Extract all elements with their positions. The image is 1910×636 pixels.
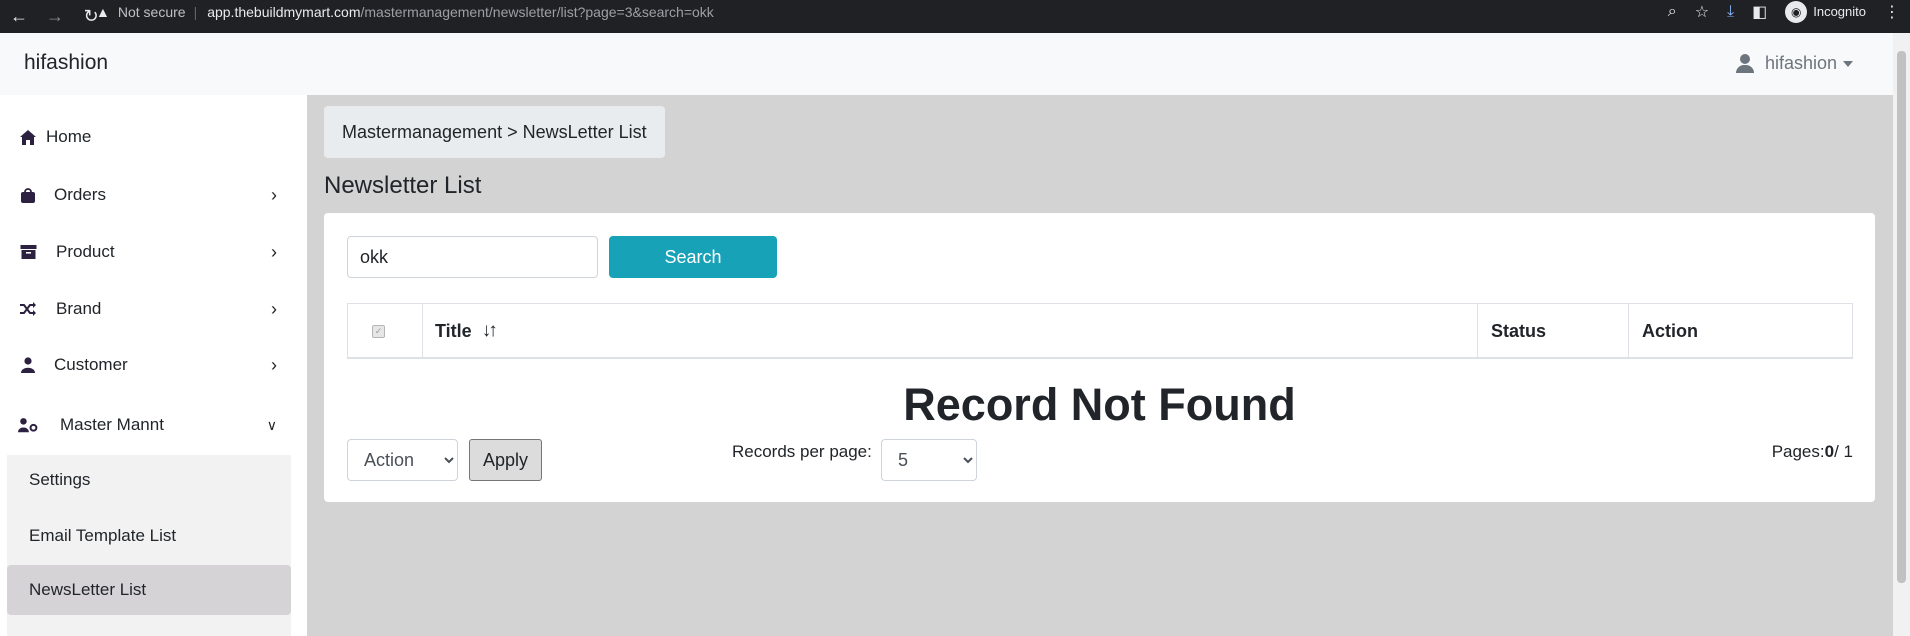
- records-per-page-label: Records per page:: [732, 442, 872, 461]
- browser-nav: ← → ↻: [0, 5, 102, 28]
- total-pages: / 1: [1834, 442, 1853, 461]
- chevron-right-icon: ›: [271, 354, 277, 375]
- column-header-label: Status: [1491, 320, 1547, 341]
- user-icon: [18, 355, 38, 375]
- star-icon[interactable]: ☆: [1695, 2, 1709, 22]
- side-panel-icon[interactable]: ◧: [1752, 2, 1767, 22]
- sidebar-item-label: Orders: [54, 185, 106, 204]
- warning-icon: ▲: [96, 3, 110, 20]
- column-header-label: Action: [1642, 320, 1698, 341]
- select-all-header: ✓: [348, 304, 423, 358]
- submenu-item-newsletter-list[interactable]: NewsLetter List: [7, 565, 291, 615]
- submenu-item-email-template-list[interactable]: Email Template List: [7, 511, 291, 561]
- top-navbar: hifashion hifashion: [0, 33, 1893, 95]
- sidebar-item-label: Master Mannt: [60, 415, 164, 434]
- user-name: hifashion: [1764, 53, 1837, 73]
- home-icon: [18, 127, 38, 147]
- newsletter-card: Search ✓ Title ↓↑ Status Action Record N…: [324, 213, 1875, 502]
- column-header-label: Title: [435, 320, 472, 341]
- sidebar-item-product[interactable]: Product ›: [0, 232, 295, 272]
- chevron-right-icon: ›: [271, 184, 277, 205]
- browser-toolbar: ← → ↻ ▲ Not secure | app.thebuildmymart.…: [0, 0, 1910, 33]
- address-separator: |: [193, 3, 198, 20]
- security-label: Not secure: [117, 3, 186, 20]
- chevron-right-icon: ›: [271, 298, 277, 319]
- brand-name[interactable]: hifashion: [24, 51, 108, 75]
- master-submenu: Settings Email Template List NewsLetter …: [7, 455, 291, 636]
- sidebar-item-label: Home: [46, 127, 92, 146]
- sidebar: Home Orders › Product › Brand › Customer…: [0, 95, 307, 636]
- breadcrumb: Mastermanagement > NewsLetter List: [324, 106, 665, 158]
- forward-icon[interactable]: →: [44, 6, 66, 27]
- incognito-badge[interactable]: ◉ Incognito: [1785, 0, 1866, 23]
- column-header-action: Action: [1629, 304, 1852, 358]
- sidebar-item-label: Product: [56, 242, 115, 261]
- user-gear-icon: [18, 415, 38, 435]
- caret-down-icon: [1843, 60, 1853, 67]
- submenu-item-label: Email Template List: [29, 526, 177, 545]
- search-button[interactable]: Search: [609, 236, 777, 278]
- bulk-action-select[interactable]: Action: [347, 439, 458, 481]
- submenu-item-settings[interactable]: Settings: [7, 455, 291, 505]
- sidebar-item-orders[interactable]: Orders ›: [0, 175, 295, 215]
- download-icon[interactable]: ⤓: [1727, 3, 1734, 21]
- page-title: Newsletter List: [324, 172, 482, 199]
- sidebar-item-label: Brand: [56, 299, 102, 318]
- sidebar-item-customer[interactable]: Customer ›: [0, 345, 295, 385]
- bag-icon: [18, 185, 38, 205]
- sort-icon[interactable]: ↓↑: [482, 320, 498, 342]
- incognito-label: Incognito: [1813, 4, 1866, 19]
- sidebar-item-master-mannt[interactable]: Master Mannt ∨: [0, 405, 295, 445]
- search-input[interactable]: [347, 236, 598, 278]
- scrollbar-thumb[interactable]: [1897, 51, 1906, 583]
- user-menu[interactable]: hifashion: [1735, 53, 1853, 74]
- select-all-checkbox[interactable]: ✓: [372, 324, 385, 338]
- sidebar-item-label: Customer: [54, 355, 128, 374]
- chevron-down-icon: ∨: [266, 416, 277, 433]
- page-scrollbar[interactable]: [1893, 33, 1910, 636]
- user-icon: [1735, 53, 1755, 74]
- address-bar[interactable]: ▲ Not secure | app.thebuildmymart.com /m…: [96, 0, 714, 23]
- apply-button[interactable]: Apply: [469, 439, 542, 481]
- submenu-item-label: NewsLetter List: [29, 580, 147, 599]
- shuffle-icon: [18, 299, 38, 319]
- column-header-title[interactable]: Title ↓↑: [423, 304, 1478, 358]
- archive-icon: [18, 242, 38, 262]
- menu-dots-icon[interactable]: ⋮: [1884, 2, 1900, 22]
- records-per-page-select[interactable]: 5: [881, 439, 977, 481]
- current-page: 0: [1824, 442, 1835, 461]
- empty-state-message: Record Not Found: [903, 379, 1296, 430]
- submenu-item-label: Settings: [29, 470, 91, 489]
- url-host: app.thebuildmymart.com: [207, 3, 361, 20]
- chevron-right-icon: ›: [271, 241, 277, 262]
- column-header-status: Status: [1478, 304, 1629, 358]
- back-icon[interactable]: ←: [8, 6, 30, 27]
- newsletter-table: ✓ Title ↓↑ Status Action: [347, 303, 1853, 359]
- url-path: /mastermanagement/newsletter/list?page=3…: [360, 3, 714, 20]
- sidebar-item-home[interactable]: Home: [0, 117, 295, 157]
- browser-actions: ⌕ ☆ ⤓ ◧ ◉ Incognito ⋮: [1668, 0, 1900, 23]
- zoom-icon[interactable]: ⌕: [1668, 3, 1677, 21]
- pagination-info: Pages:0/ 1: [1772, 442, 1853, 462]
- incognito-icon: ◉: [1785, 0, 1808, 23]
- sidebar-item-brand[interactable]: Brand ›: [0, 289, 295, 329]
- pages-label: Pages:: [1771, 442, 1825, 461]
